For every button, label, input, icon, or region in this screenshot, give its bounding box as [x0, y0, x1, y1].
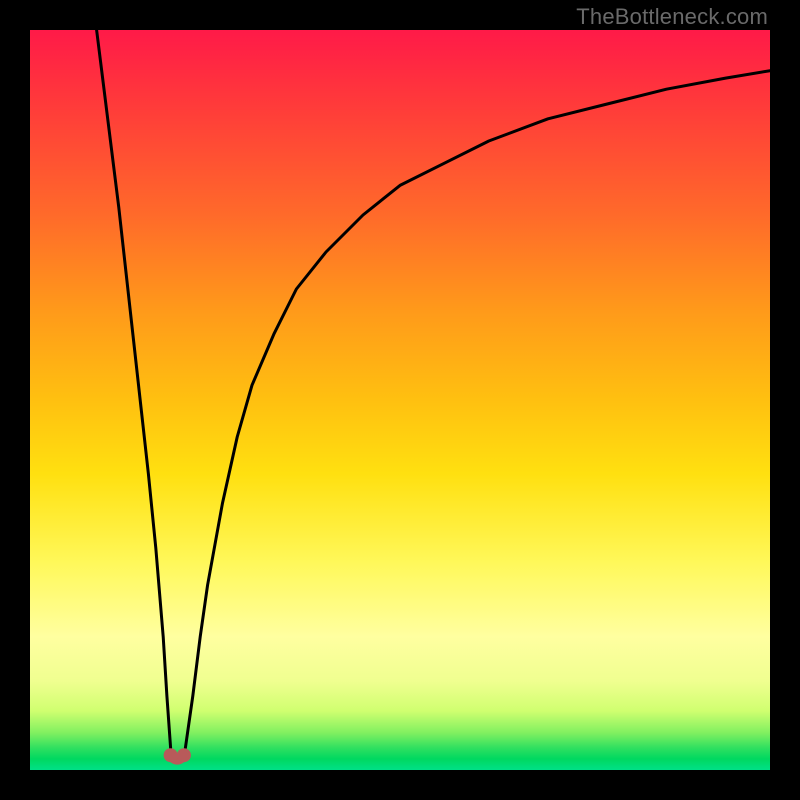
- series-right-branch: [185, 71, 770, 748]
- chart-frame: TheBottleneck.com: [0, 0, 800, 800]
- watermark-text: TheBottleneck.com: [576, 4, 768, 30]
- marker-min-right: [177, 748, 191, 762]
- bottleneck-curve: [97, 30, 770, 748]
- curve-layer: [30, 30, 770, 770]
- plot-area: [30, 30, 770, 770]
- marker-min-left: [164, 748, 178, 762]
- min-markers: [164, 748, 191, 762]
- series-left-branch: [97, 30, 171, 748]
